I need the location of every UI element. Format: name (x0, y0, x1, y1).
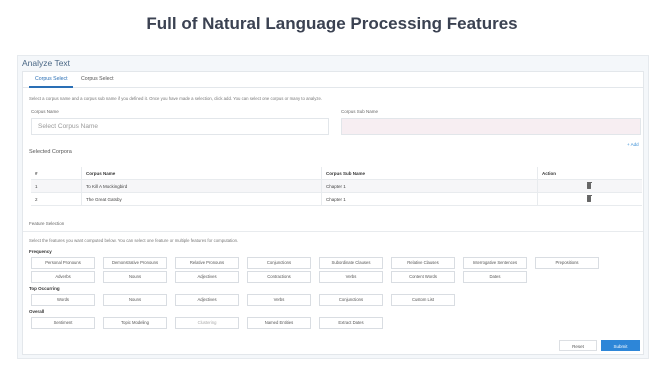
analyze-panel: Corpus Select Corpus Select Select a cor… (22, 71, 644, 355)
table-header-row: # Corpus Name Corpus Sub Name Action (31, 167, 642, 180)
selected-corpora-title: Selected Corpora (29, 149, 72, 155)
tab-corpus-select[interactable]: Corpus Select (35, 76, 68, 82)
group-label-overall: Overall (29, 309, 45, 314)
chip-relative-pronouns[interactable]: Relative Pronouns (175, 257, 239, 269)
tab-bar: Corpus Select Corpus Select (23, 72, 643, 88)
chip-topic-modeling[interactable]: Topic Modeling (103, 317, 167, 329)
row-number: 1 (35, 184, 38, 189)
row-corpus-name: The Great Gatsby (86, 197, 122, 202)
chip-sentiment[interactable]: Sentiment (31, 317, 95, 329)
table-row: 1 To Kill A Mockingbird Chapter 1 (31, 180, 642, 193)
chip-top-nouns[interactable]: Nouns (103, 294, 167, 306)
column-header-corpus-sub-name: Corpus Sub Name (326, 171, 366, 176)
chip-contractions[interactable]: Contractions (247, 271, 311, 283)
trash-icon[interactable] (586, 194, 592, 202)
chip-prepositions[interactable]: Prepositions (535, 257, 599, 269)
row-corpus-name: To Kill A Mockingbird (86, 184, 128, 189)
chip-dates[interactable]: Dates (463, 271, 527, 283)
window-title: Analyze Text (22, 58, 71, 68)
chip-demonstrative-pronouns[interactable]: Demonstrative Pronouns (103, 257, 167, 269)
corpus-name-label: Corpus Name (31, 109, 59, 114)
submit-button[interactable]: Submit (601, 340, 640, 351)
row-corpus-sub-name: Chapter 1 (326, 184, 346, 189)
chip-top-words[interactable]: Words (31, 294, 95, 306)
corpus-sub-name-field[interactable] (341, 118, 641, 135)
column-header-action: Action (542, 171, 556, 176)
analyze-text-window: Analyze Text Corpus Select Corpus Select… (17, 55, 649, 359)
chip-adverbs[interactable]: Adverbs (31, 271, 95, 283)
chip-relative-clauses[interactable]: Relative Clauses (391, 257, 455, 269)
chip-verbs[interactable]: Verbs (319, 271, 383, 283)
chip-subordinate-clauses[interactable]: Subordinate Clauses (319, 257, 383, 269)
tab-corpus-select-2[interactable]: Corpus Select (81, 76, 114, 82)
chip-conjunctions[interactable]: Conjunctions (247, 257, 311, 269)
column-header-corpus-name: Corpus Name (86, 171, 116, 176)
divider (23, 231, 643, 232)
chip-top-adjectives[interactable]: Adjectives (175, 294, 239, 306)
chip-content-words[interactable]: Content Words (391, 271, 455, 283)
add-corpus-link[interactable]: + Add (627, 142, 639, 147)
chip-top-conjunctions[interactable]: Conjunctions (319, 294, 383, 306)
reset-button[interactable]: Reset (559, 340, 597, 351)
selected-corpora-table: # Corpus Name Corpus Sub Name Action 1 T… (31, 167, 642, 212)
corpus-name-select[interactable]: Select Corpus Name (31, 118, 329, 135)
chip-extract-dates[interactable]: Extract Dates (319, 317, 383, 329)
table-row: 2 The Great Gatsby Chapter 1 (31, 193, 642, 206)
corpus-sub-name-label: Corpus Sub Name (341, 109, 379, 114)
chip-named-entities[interactable]: Named Entities (247, 317, 311, 329)
feature-selection-label: Feature Selection (29, 221, 65, 226)
chip-nouns[interactable]: Nouns (103, 271, 167, 283)
trash-icon[interactable] (586, 181, 592, 189)
chip-personal-pronouns[interactable]: Personal Pronouns (31, 257, 95, 269)
row-corpus-sub-name: Chapter 1 (326, 197, 346, 202)
row-number: 2 (35, 197, 38, 202)
column-header-num: # (35, 171, 38, 176)
active-tab-indicator (29, 86, 73, 88)
chip-top-custom-list[interactable]: Custom List (391, 294, 455, 306)
chip-clustering[interactable]: Clustering (175, 317, 239, 329)
chip-interrogative-sentences[interactable]: Interrogative Sentences (463, 257, 527, 269)
feature-instructions: Select the features you want computed be… (29, 238, 239, 243)
page-headline: Full of Natural Language Processing Feat… (146, 14, 518, 33)
group-label-top-occurring: Top Occurring (29, 286, 60, 291)
chip-top-verbs[interactable]: Verbs (247, 294, 311, 306)
group-label-frequency: Frequency (29, 249, 52, 254)
corpus-instructions: Select a corpus name and a corpus sub na… (29, 96, 323, 101)
chip-adjectives[interactable]: Adjectives (175, 271, 239, 283)
